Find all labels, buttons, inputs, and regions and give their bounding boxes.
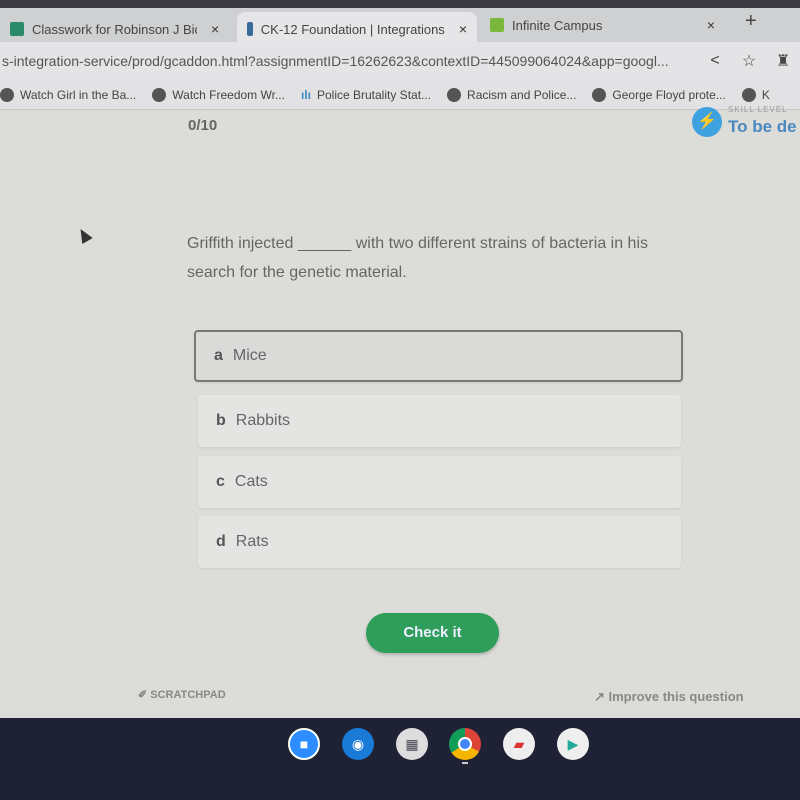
quiz-page: 0/10 ⚡ SKILL LEVEL To be de Griffith inj… xyxy=(0,105,800,718)
option-text: Cats xyxy=(234,473,268,490)
option-letter: a xyxy=(214,347,223,364)
improve-label: Improve this question xyxy=(608,689,744,704)
globe-icon xyxy=(447,87,462,102)
mouse-cursor xyxy=(75,225,93,245)
tab-label: Infinite Campus xyxy=(512,17,603,33)
option-text: Rabbits xyxy=(235,412,291,429)
extension-icon[interactable]: ♜ xyxy=(766,51,800,71)
bookmark-label: K xyxy=(761,87,770,102)
bookmark[interactable]: Racism and Police... xyxy=(447,87,577,102)
bookmark-label: Watch Girl in the Ba... xyxy=(20,87,137,102)
play-store-icon[interactable]: ▶ xyxy=(557,728,589,760)
bookmark-label: George Floyd prote... xyxy=(612,87,726,102)
question-text: Griffith injected ______ with two differ… xyxy=(187,229,687,287)
option-a[interactable]: a Mice xyxy=(194,330,683,382)
option-text: Rats xyxy=(235,533,269,550)
share-icon[interactable]: < xyxy=(698,52,732,70)
tab-infinite-campus[interactable]: Infinite Campus × xyxy=(480,8,725,42)
running-indicator xyxy=(462,762,468,764)
bookmark-label: Watch Freedom Wr... xyxy=(172,87,285,102)
bookmark[interactable]: K xyxy=(741,87,770,102)
chart-icon: ılı xyxy=(300,87,311,102)
camera-icon[interactable]: ◉ xyxy=(342,728,374,760)
new-tab-button[interactable]: + xyxy=(735,4,767,38)
option-b[interactable]: b Rabbits xyxy=(198,395,681,447)
close-tab-icon[interactable]: × xyxy=(211,21,219,37)
option-letter: d xyxy=(216,533,226,550)
campus-icon xyxy=(490,18,504,32)
book-icon xyxy=(247,22,253,36)
scratchpad-label: SCRATCHPAD xyxy=(150,689,226,701)
star-icon[interactable]: ☆ xyxy=(732,51,766,71)
classroom-icon xyxy=(10,22,24,36)
check-it-button[interactable]: Check it xyxy=(366,613,499,653)
option-letter: c xyxy=(216,473,225,490)
skill-value: To be de xyxy=(728,117,797,136)
bookmark[interactable]: Watch Freedom Wr... xyxy=(152,87,285,102)
bookmark-label: Racism and Police... xyxy=(467,87,577,102)
lightning-icon: ⚡ xyxy=(692,107,722,137)
tab-label: Classwork for Robinson J Biolo xyxy=(32,21,197,37)
globe-icon xyxy=(0,87,14,102)
skill-level: ⚡ SKILL LEVEL To be de xyxy=(692,105,797,137)
bookmark-label: Police Brutality Stat... xyxy=(316,87,432,102)
improve-question-link[interactable]: ↗ Improve this question xyxy=(594,689,744,705)
close-tab-icon[interactable]: × xyxy=(459,21,467,37)
blank: ______ xyxy=(297,235,352,252)
globe-icon xyxy=(741,87,756,102)
globe-icon xyxy=(152,87,167,102)
pencil-icon: ✐ xyxy=(138,689,151,701)
trend-icon: ↗ xyxy=(594,689,609,704)
url-text[interactable]: s-integration-service/prod/gcaddon.html?… xyxy=(0,53,698,69)
scratchpad-button[interactable]: ✐ SCRATCHPAD xyxy=(138,688,226,701)
bookmarks-bar: Watch Girl in the Ba... Watch Freedom Wr… xyxy=(0,80,800,110)
address-bar[interactable]: s-integration-service/prod/gcaddon.html?… xyxy=(0,42,800,80)
game-icon[interactable]: ▦ xyxy=(396,728,428,760)
skill-label: SKILL LEVEL xyxy=(728,105,788,114)
tab-ck12[interactable]: CK-12 Foundation | Integrations × xyxy=(237,12,477,46)
option-c[interactable]: c Cats xyxy=(198,456,681,508)
chrome-icon[interactable] xyxy=(449,728,481,760)
bookmark[interactable]: George Floyd prote... xyxy=(592,87,726,102)
slides-icon[interactable]: ▰ xyxy=(503,728,535,760)
score: 0/10 xyxy=(188,117,218,134)
bookmark[interactable]: ılı Police Brutality Stat... xyxy=(301,88,431,102)
option-letter: b xyxy=(216,412,226,429)
zoom-icon[interactable]: ■ xyxy=(288,728,320,760)
globe-icon xyxy=(592,87,607,102)
close-tab-icon[interactable]: × xyxy=(707,17,715,33)
tab-label: CK-12 Foundation | Integrations xyxy=(260,21,445,37)
chromeos-shelf: ■ ◉ ▦ ▰ ▶ xyxy=(0,718,800,800)
option-d[interactable]: d Rats xyxy=(198,516,681,568)
bookmark[interactable]: Watch Girl in the Ba... xyxy=(0,87,137,102)
tab-strip: Classwork for Robinson J Biolo × CK-12 F… xyxy=(0,8,800,46)
option-text: Mice xyxy=(232,347,267,364)
question-part: Griffith injected xyxy=(187,235,294,252)
tab-classwork[interactable]: Classwork for Robinson J Biolo × xyxy=(0,12,235,46)
